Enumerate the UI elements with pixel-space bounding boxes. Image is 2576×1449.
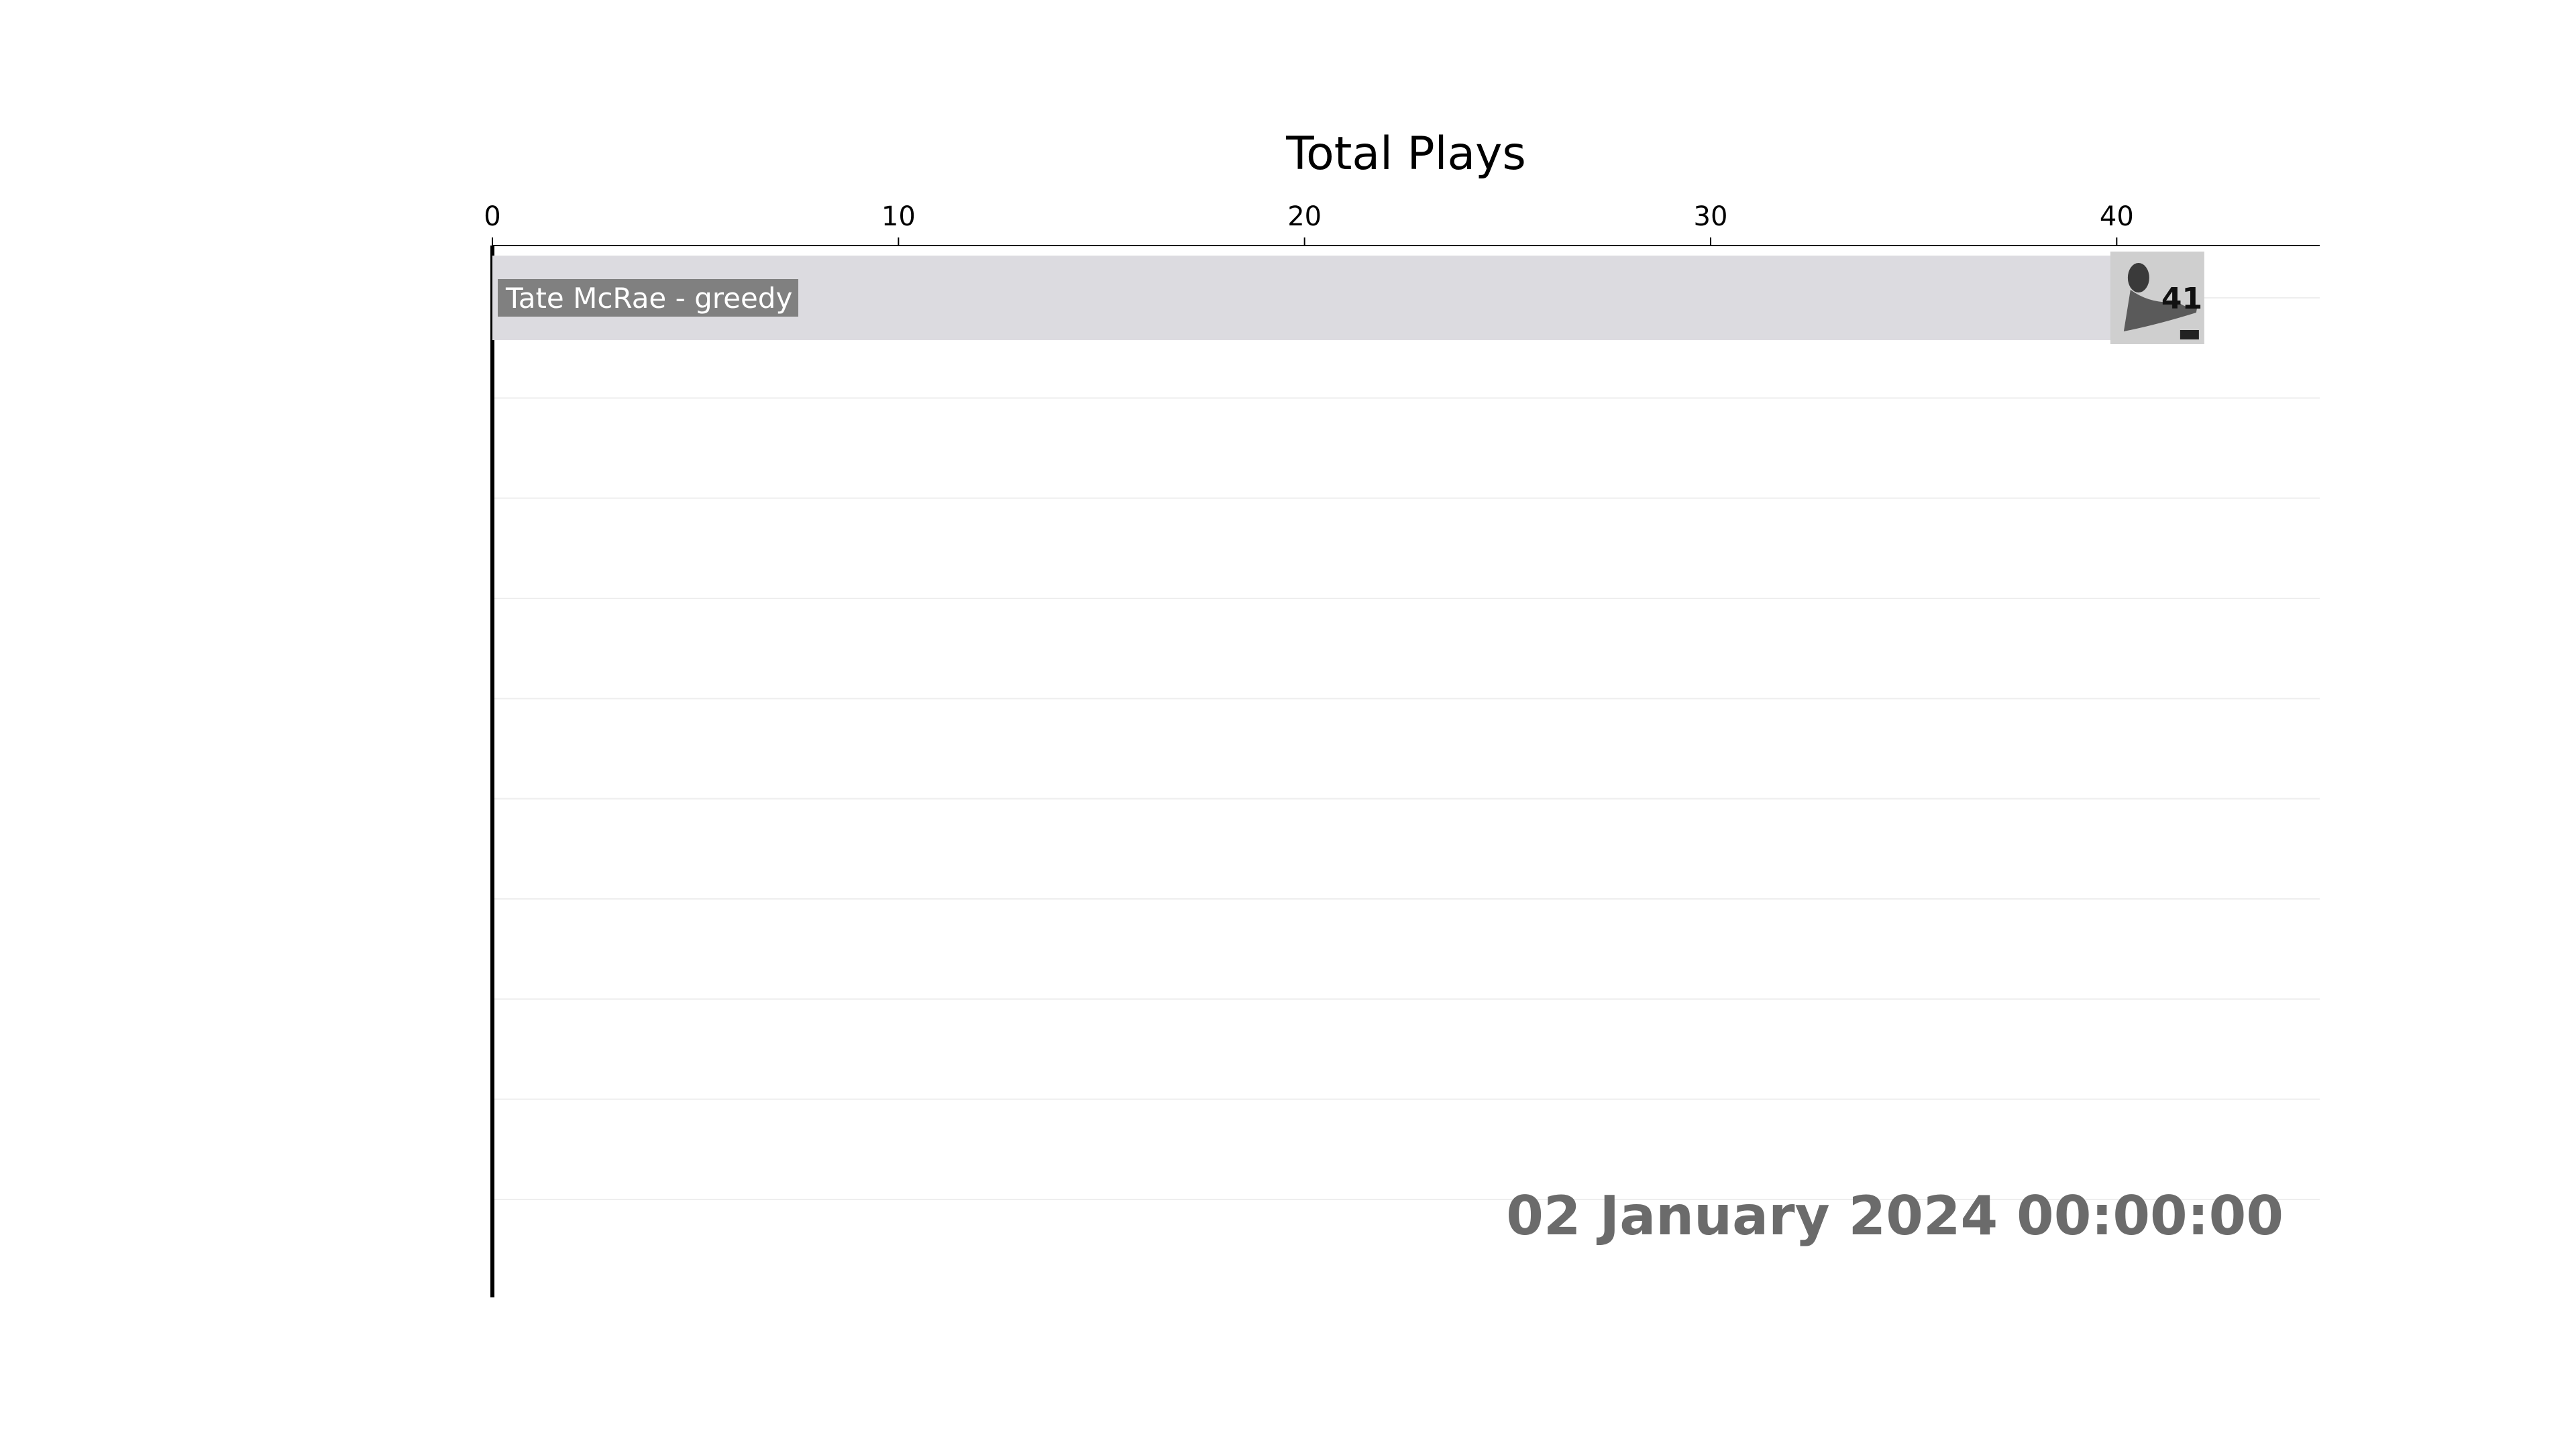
x-tick-label: 10 (881, 201, 916, 232)
x-axis: 0 10 20 30 40 (484, 201, 2320, 1297)
timestamp-label: 02 January 2024 00:00:00 (1506, 1185, 2284, 1247)
bar-chart-race: Total Plays 0 10 20 30 40 Tate McRae - greed… (484, 127, 2320, 1297)
explicit-badge (2180, 330, 2199, 339)
x-tick-label: 0 (484, 201, 500, 232)
album-cover-figure-head (2127, 263, 2149, 292)
bar-value-label: 41 (2161, 282, 2202, 316)
bar-label: Tate McRae - greedy (505, 282, 792, 315)
x-tick-label: 40 (2100, 201, 2134, 232)
chart-title: Total Plays (1285, 127, 1526, 180)
x-tick-label: 30 (1694, 201, 1728, 232)
x-tick-label: 20 (1287, 201, 1322, 232)
grid-lines (492, 297, 2320, 1200)
bars: Tate McRae - greedy 41 (492, 252, 2204, 344)
